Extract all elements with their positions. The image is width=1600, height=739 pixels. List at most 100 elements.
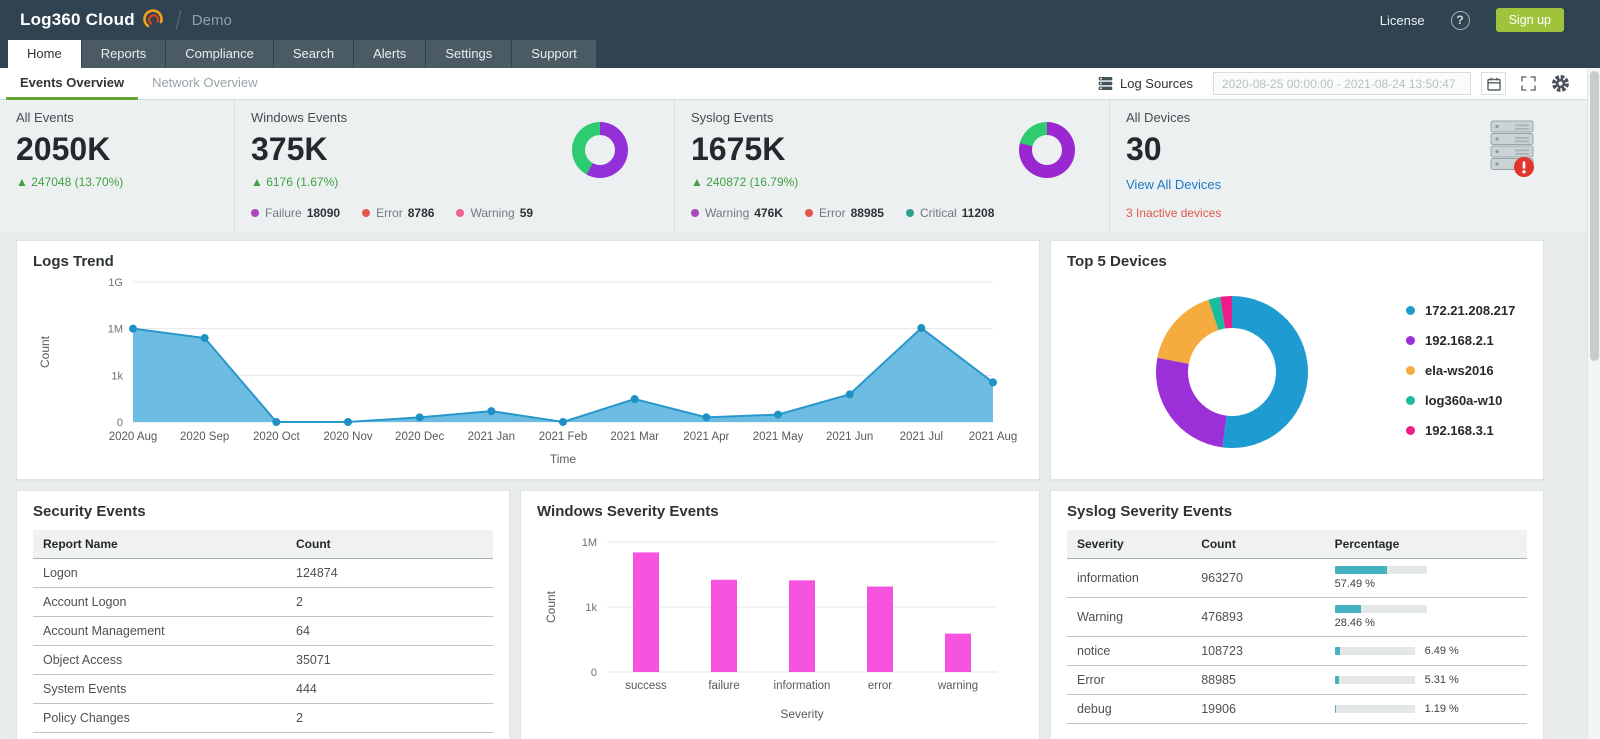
tab-search[interactable]: Search: [273, 40, 354, 68]
syslog-severity-row: debug 19906 1.19 %: [1067, 694, 1527, 724]
syslog-events-legend: Warning 476K Error 88985 Critical 11208: [691, 206, 994, 220]
tab-reports[interactable]: Reports: [81, 40, 166, 68]
svg-text:2021 Feb: 2021 Feb: [539, 431, 588, 443]
tab-compliance[interactable]: Compliance: [166, 40, 273, 68]
security-event-row[interactable]: Account Logon 2: [33, 587, 493, 617]
stats-row: All Events 2050K ▲ 247048 (13.70%) Windo…: [0, 100, 1600, 232]
svg-text:1k: 1k: [585, 602, 597, 614]
date-range-input[interactable]: [1213, 72, 1471, 95]
count-cell: 19906: [1191, 694, 1325, 724]
legend-item-warning: Warning 59: [456, 206, 533, 220]
signup-button[interactable]: Sign up: [1495, 8, 1564, 32]
count-cell: 963270: [1191, 558, 1325, 598]
syslog-severity-row: notice 108723 6.49 %: [1067, 636, 1527, 666]
col-report-name: Report Name: [33, 530, 286, 559]
svg-text:success: success: [625, 680, 667, 692]
device-legend-item: 192.168.3.1: [1406, 423, 1515, 438]
license-link[interactable]: License: [1380, 13, 1425, 28]
help-icon[interactable]: ?: [1450, 10, 1470, 30]
card-title: Security Events: [33, 503, 146, 520]
subnav-tabs: Events Overview Network Overview: [6, 68, 272, 100]
legend-item-failure: Failure 18090: [251, 206, 340, 220]
brand: Log360 Cloud Demo: [20, 9, 232, 31]
calendar-button[interactable]: [1481, 72, 1506, 95]
windows-events-donut: [572, 122, 628, 178]
syslog-severity-row: Error 88985 5.31 %: [1067, 665, 1527, 695]
log-sources-button[interactable]: Log Sources: [1098, 76, 1193, 91]
syslog-severity-tbody: information 963270 57.49 % Warning 476893 28.…: [1067, 558, 1527, 724]
percentage-label: 1.19 %: [1424, 703, 1459, 715]
all-events-panel: All Events 2050K ▲ 247048 (13.70%): [0, 100, 234, 232]
svg-text:2021 Apr: 2021 Apr: [683, 431, 729, 443]
security-event-row[interactable]: Object Access 35071: [33, 645, 493, 675]
stat-value: 2050K: [16, 131, 111, 167]
legend-item-warning: Warning 476K: [691, 206, 783, 220]
security-event-row[interactable]: System Events 444: [33, 674, 493, 704]
card-title: Logs Trend: [33, 253, 114, 270]
svg-text:Count: Count: [38, 335, 52, 368]
topbar-actions: License ? Sign up: [1380, 8, 1564, 32]
fullscreen-icon[interactable]: [1520, 75, 1537, 92]
percentage-bar: [1334, 566, 1427, 574]
percentage-label: 6.49 %: [1424, 645, 1459, 657]
col-count: Count: [1191, 530, 1325, 559]
svg-text:information: information: [774, 680, 831, 692]
inactive-devices-link[interactable]: 3 Inactive devices: [1126, 206, 1584, 220]
svg-text:1k: 1k: [111, 370, 123, 382]
dashboard-cards: Logs Trend 0 1k 1M 1G 2020 Aug 2020 Sep 2020 O…: [0, 232, 1560, 739]
brand-divider: [175, 10, 182, 30]
svg-text:2021 Jul: 2021 Jul: [900, 431, 943, 443]
tab-settings[interactable]: Settings: [426, 40, 512, 68]
severity-cell: information: [1067, 558, 1192, 598]
subnav-tab-network-overview[interactable]: Network Overview: [138, 68, 271, 100]
svg-text:0: 0: [117, 417, 123, 429]
main-tabs: Home Reports Compliance Search Alerts Setting…: [0, 40, 1600, 68]
security-event-row[interactable]: Policy Changes 2: [33, 703, 493, 733]
logo-swoosh-icon: [143, 9, 163, 28]
percentage-bar: [1334, 647, 1415, 655]
logs-trend-card: Logs Trend 0 1k 1M 1G 2020 Aug 2020 Sep 2020 O…: [16, 240, 1040, 480]
tab-support[interactable]: Support: [512, 40, 596, 68]
percentage-bar: [1334, 705, 1415, 713]
syslog-severity-table: Severity Count Percentage information 963…: [1067, 530, 1527, 724]
severity-cell: debug: [1067, 694, 1192, 724]
calendar-icon: [1486, 77, 1501, 91]
windows-events-panel: Windows Events 375K ▲ 6176 (1.67%) Failu…: [234, 100, 674, 232]
report-name-cell: Account Logon: [33, 587, 286, 617]
svg-text:2020 Aug: 2020 Aug: [109, 431, 158, 443]
syslog-events-panel: Syslog Events 1675K ▲ 240872 (16.79%) Wa…: [674, 100, 1109, 232]
scrollbar-thumb[interactable]: [1590, 71, 1599, 361]
syslog-events-donut: [1019, 122, 1075, 178]
security-events-table: Report Name Count Logon 124874 Account Log…: [33, 530, 493, 733]
subnav-tab-events-overview[interactable]: Events Overview: [6, 68, 139, 100]
stat-delta: ▲ 240872 (16.79%): [691, 175, 799, 189]
view-all-devices-link[interactable]: View All Devices: [1126, 177, 1221, 192]
svg-text:1G: 1G: [108, 277, 123, 289]
security-events-tbody: Logon 124874 Account Logon 2 Account Managem…: [33, 558, 493, 733]
security-event-row[interactable]: Logon 124874: [33, 558, 493, 588]
severity-cell: Warning: [1067, 597, 1192, 637]
stat-title: Syslog Events: [691, 110, 774, 125]
log-sources-label: Log Sources: [1120, 76, 1193, 91]
col-count: Count: [286, 530, 493, 559]
count-cell: 2: [286, 703, 493, 733]
tab-alerts[interactable]: Alerts: [354, 40, 426, 68]
server-icon: [1490, 120, 1536, 183]
percentage-label: 5.31 %: [1424, 674, 1459, 686]
settings-gear-icon[interactable]: [1551, 74, 1570, 93]
security-event-row[interactable]: Account Management 64: [33, 616, 493, 646]
svg-text:2021 Jan: 2021 Jan: [468, 431, 515, 443]
severity-cell: notice: [1067, 636, 1192, 666]
report-name-cell: Policy Changes: [33, 703, 286, 733]
vertical-scrollbar[interactable]: [1587, 68, 1600, 739]
count-cell: 444: [286, 674, 493, 704]
report-name-cell: Account Management: [33, 616, 286, 646]
device-legend-item: 192.168.2.1: [1406, 333, 1515, 348]
device-legend-item: ela-ws2016: [1406, 363, 1515, 378]
app-logo: Log360 Cloud: [20, 10, 135, 29]
percentage-label: 28.46 %: [1334, 617, 1375, 629]
subnav-controls: Log Sources: [1098, 72, 1570, 95]
percentage-label: 57.49 %: [1334, 578, 1375, 590]
tab-home[interactable]: Home: [8, 40, 81, 68]
syslog-severity-row: Warning 476893 28.46 %: [1067, 597, 1527, 637]
